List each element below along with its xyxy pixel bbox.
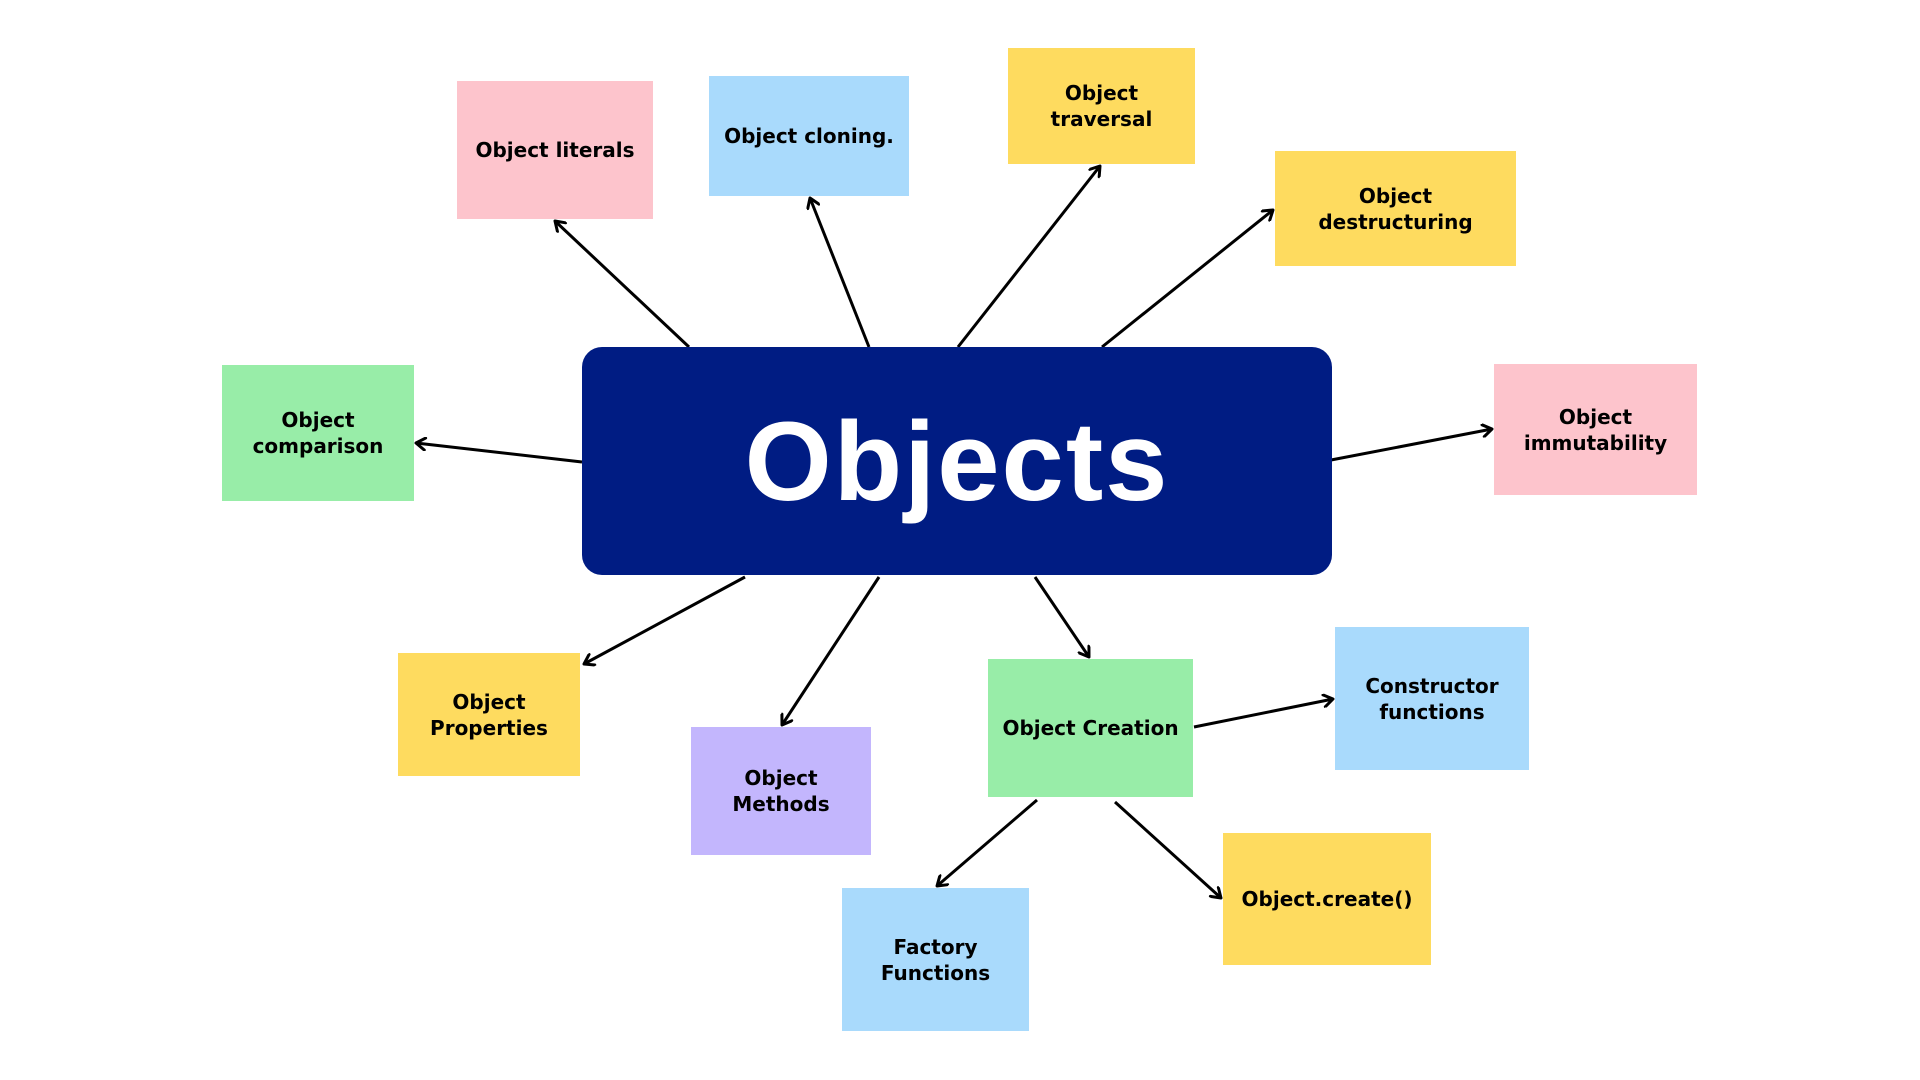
node-label: Object Methods <box>732 766 830 816</box>
node-object-methods[interactable]: Object Methods <box>691 727 871 855</box>
arrow-creation-to-constructor <box>1193 699 1333 729</box>
node-label: Constructor functions <box>1365 673 1499 724</box>
node-label: Object destructuring <box>1318 183 1473 234</box>
node-label: Object Properties <box>430 689 548 740</box>
node-object-properties[interactable]: Object Properties <box>398 653 580 776</box>
node-label: Object Creation <box>1002 716 1179 740</box>
arrow-center-to-methods <box>782 576 881 725</box>
arrow-center-to-properties <box>584 575 746 664</box>
node-object-immutability[interactable]: Object immutability <box>1494 364 1697 495</box>
mind-map: Objects Object literals Object cloning. … <box>0 0 1920 1080</box>
node-object-literals[interactable]: Object literals <box>457 81 653 219</box>
arrow-creation-to-factory <box>937 798 1038 886</box>
node-object-comparison[interactable]: Object comparison <box>222 365 414 501</box>
node-constructor-functions[interactable]: Constructor functions <box>1335 627 1529 770</box>
node-label: Object literals <box>475 138 635 162</box>
node-label: Object traversal <box>1050 81 1153 131</box>
arrow-center-to-comparison <box>416 443 583 464</box>
node-label: Object cloning. <box>724 124 894 148</box>
node-object-cloning[interactable]: Object cloning. <box>709 76 909 196</box>
arrow-creation-to-create <box>1113 800 1221 898</box>
node-object-create[interactable]: Object.create() <box>1223 833 1431 965</box>
node-object-destructuring[interactable]: Object destructuring <box>1275 151 1516 266</box>
node-label: Object comparison <box>252 408 384 458</box>
arrow-center-to-immutability <box>1330 429 1492 462</box>
central-topic-objects[interactable]: Objects <box>582 347 1332 575</box>
arrow-center-to-destructuring <box>1101 210 1273 349</box>
node-factory-functions[interactable]: Factory Functions <box>842 888 1029 1031</box>
arrow-center-to-literals <box>555 221 691 349</box>
central-topic-label: Objects <box>744 398 1170 524</box>
arrow-center-to-creation <box>1033 576 1089 657</box>
node-object-creation[interactable]: Object Creation <box>988 659 1193 797</box>
node-label: Factory Functions <box>880 934 991 985</box>
node-object-traversal[interactable]: Object traversal <box>1008 48 1195 164</box>
node-label: Object.create() <box>1241 887 1413 911</box>
arrow-center-to-traversal <box>956 166 1100 348</box>
arrow-center-to-cloning <box>810 198 871 348</box>
node-label: Object immutability <box>1523 404 1668 455</box>
